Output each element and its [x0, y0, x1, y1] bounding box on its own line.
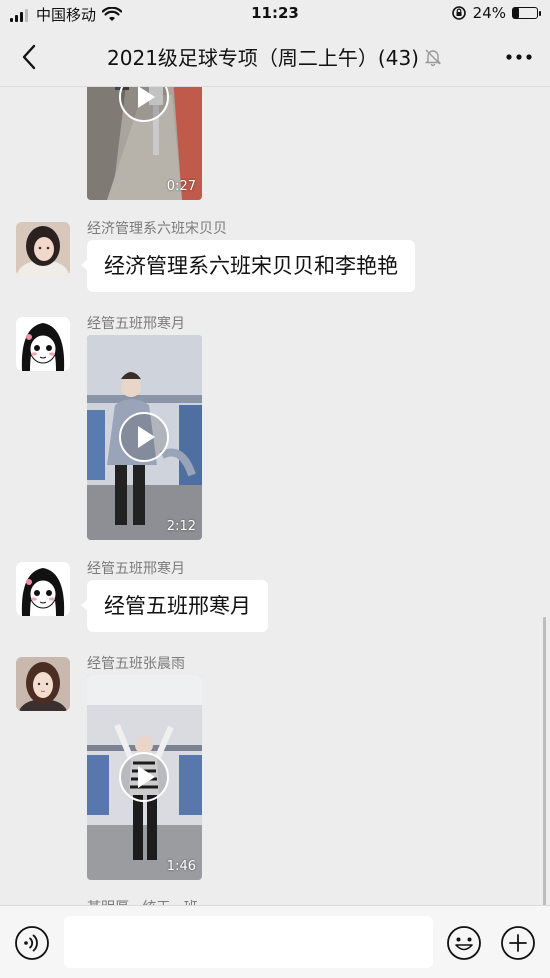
avatar-cartoon: [16, 317, 70, 371]
sender-name: 经管五班张晨雨: [87, 656, 185, 672]
avatar-cartoon: [16, 562, 70, 616]
group-title: 2021级足球专项（周二上午）(43): [107, 46, 419, 70]
scrollbar[interactable]: [543, 617, 546, 905]
status-bar: 中国移动 11:23 24%: [0, 0, 550, 28]
emoji-icon[interactable]: [446, 925, 482, 961]
video-duration: 1:46: [166, 859, 196, 874]
sender-name: 经济管理系六班宋贝贝: [87, 221, 227, 237]
voice-icon[interactable]: [14, 925, 50, 961]
rotation-lock-icon: [451, 6, 466, 20]
input-bar: [0, 905, 550, 978]
message-input[interactable]: [64, 916, 433, 968]
sender-name: 某明厚 · 统王 · 班: [87, 897, 198, 905]
battery-percent: 24%: [472, 4, 506, 22]
video-thumbnail[interactable]: 2:12: [87, 335, 202, 540]
chat-message-list[interactable]: 0:27 经济管理系六班宋贝贝 经济管理系六班宋贝贝和李艳艳 经管五班邢寒月 2…: [0, 87, 550, 905]
battery-fill: [513, 8, 519, 18]
avatar[interactable]: [16, 317, 70, 371]
avatar[interactable]: [16, 657, 70, 711]
sender-name: 经管五班邢寒月: [87, 561, 185, 577]
page-title: 2021级足球专项（周二上午）(43): [60, 42, 490, 71]
avatar-photo: [16, 222, 70, 276]
message-bubble[interactable]: 经济管理系六班宋贝贝和李艳艳: [81, 240, 415, 292]
video-duration: 0:27: [166, 179, 196, 194]
video-duration: 2:12: [166, 519, 196, 534]
chat-screen: 中国移动 11:23 24% 2021级足球专项（周二上午）(43) 0:27 …: [0, 0, 550, 978]
video-thumbnail[interactable]: 1:46: [87, 675, 202, 880]
back-arrow-icon[interactable]: [14, 40, 44, 74]
video-thumbnail[interactable]: 0:27: [87, 87, 202, 200]
avatar[interactable]: [16, 222, 70, 276]
play-icon: [119, 412, 169, 462]
play-icon: [119, 752, 169, 802]
sender-name: 经管五班邢寒月: [87, 316, 185, 332]
mute-bell-icon: [424, 49, 442, 66]
more-dots-icon[interactable]: [504, 46, 534, 68]
status-right: 24%: [451, 4, 541, 22]
avatar[interactable]: [16, 562, 70, 616]
battery-icon: [512, 7, 541, 19]
message-bubble[interactable]: 经管五班邢寒月: [81, 580, 268, 632]
nav-bar: 2021级足球专项（周二上午）(43): [0, 28, 550, 87]
play-icon: [119, 87, 169, 122]
plus-icon[interactable]: [500, 925, 536, 961]
avatar-photo: [16, 657, 70, 711]
